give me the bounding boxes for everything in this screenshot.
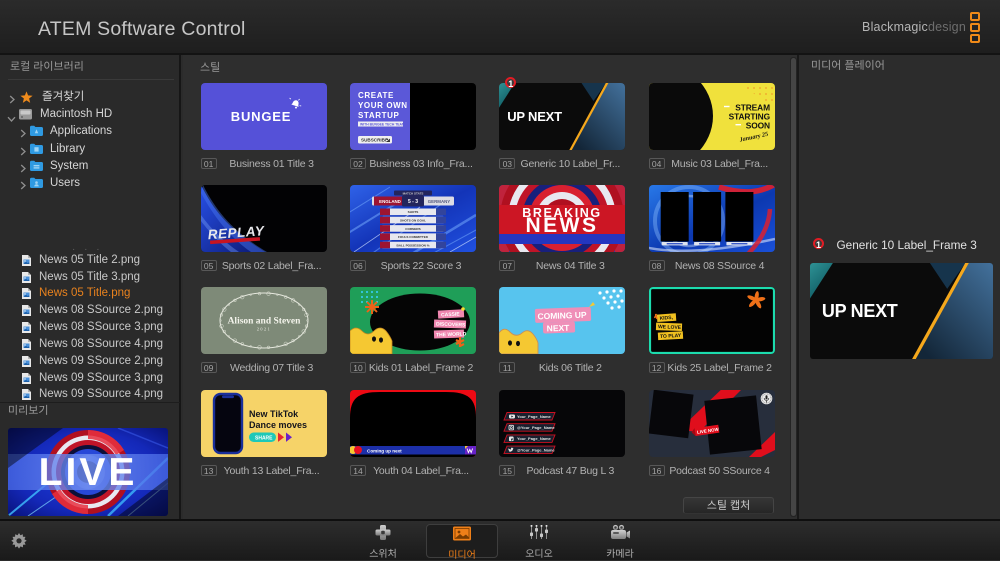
svg-text:UP NEXT: UP NEXT bbox=[822, 301, 898, 321]
svg-text:SUBSCRIBE: SUBSCRIBE bbox=[361, 138, 388, 143]
svg-text:@Your_Page_Name: @Your_Page_Name bbox=[517, 447, 555, 452]
svg-text:NEXT: NEXT bbox=[547, 323, 571, 334]
svg-text:BALL POSSESSION %: BALL POSSESSION % bbox=[397, 243, 430, 247]
svg-text:COMING UP: COMING UP bbox=[538, 310, 588, 322]
svg-text:Your_Page_Name: Your_Page_Name bbox=[517, 414, 551, 419]
svg-text:KIDS,: KIDS, bbox=[659, 315, 673, 322]
svg-text:CORNERS: CORNERS bbox=[405, 227, 420, 231]
svg-text:SHOTS: SHOTS bbox=[408, 210, 419, 214]
svg-text:BUNGEE: BUNGEE bbox=[230, 109, 290, 124]
svg-text:MATCH STATS: MATCH STATS bbox=[403, 191, 424, 195]
svg-text:New TikTok: New TikTok bbox=[249, 409, 299, 419]
svg-text:TO PLAY: TO PLAY bbox=[659, 333, 681, 340]
svg-text:SHARE: SHARE bbox=[255, 436, 273, 442]
svg-text:WE LOVE: WE LOVE bbox=[657, 325, 681, 332]
svg-text:STARTUP: STARTUP bbox=[358, 111, 399, 120]
svg-text:CASSIE: CASSIE bbox=[441, 312, 461, 319]
svg-text:LIVE: LIVE bbox=[39, 451, 138, 494]
svg-text:Dance moves: Dance moves bbox=[249, 420, 307, 430]
svg-text:FOULS COMMITTED: FOULS COMMITTED bbox=[398, 235, 429, 239]
svg-text:Coming up next: Coming up next bbox=[367, 449, 402, 454]
svg-text:GERMANY: GERMANY bbox=[428, 199, 451, 204]
svg-text:Alison and Steven: Alison and Steven bbox=[227, 317, 301, 327]
svg-text:5 - 3: 5 - 3 bbox=[408, 199, 418, 205]
svg-text:DISCOVERS: DISCOVERS bbox=[436, 322, 466, 329]
svg-text:CREATE: CREATE bbox=[358, 91, 394, 100]
svg-text:Your_Page_Name: Your_Page_Name bbox=[517, 436, 551, 441]
svg-text:NEWS: NEWS bbox=[526, 214, 599, 237]
svg-text:YOUR OWN: YOUR OWN bbox=[358, 101, 408, 110]
svg-text:2021: 2021 bbox=[256, 327, 270, 332]
svg-text:@Your_Page_Name: @Your_Page_Name bbox=[517, 425, 555, 430]
svg-text:WITH BUNGEE TECH TEAM: WITH BUNGEE TECH TEAM bbox=[360, 123, 405, 127]
svg-text:SOON: SOON bbox=[745, 121, 769, 131]
svg-text:UP NEXT: UP NEXT bbox=[507, 109, 562, 124]
svg-text:ENGLAND: ENGLAND bbox=[379, 199, 401, 204]
svg-text:SHOTS ON GOAL: SHOTS ON GOAL bbox=[400, 219, 426, 223]
svg-text:THE WORLD: THE WORLD bbox=[436, 332, 467, 339]
